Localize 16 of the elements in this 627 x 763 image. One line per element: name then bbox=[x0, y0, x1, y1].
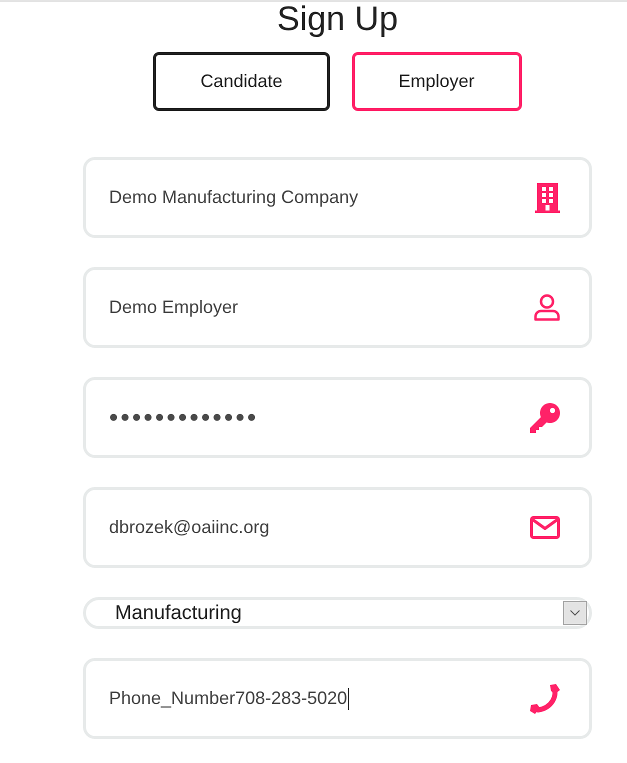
phone-icon bbox=[530, 684, 560, 714]
account-type-button[interactable]: Candidate bbox=[153, 52, 330, 111]
input-field[interactable]: Demo Manufacturing Company bbox=[83, 157, 592, 238]
password-field[interactable]: ••••••••••••• bbox=[83, 377, 592, 458]
user-icon bbox=[534, 294, 560, 321]
envelope-icon bbox=[530, 516, 560, 539]
dropdown-button[interactable] bbox=[563, 601, 587, 625]
account-type-button[interactable]: Employer bbox=[352, 52, 522, 111]
page-title: Sign Up bbox=[277, 2, 398, 36]
dropdown-field[interactable]: Manufacturing bbox=[83, 597, 592, 629]
key-icon bbox=[530, 402, 560, 432]
building-icon bbox=[535, 182, 560, 212]
input-field[interactable]: dbrozek@oaiinc.org bbox=[83, 487, 592, 568]
input-field[interactable]: Demo Employer bbox=[83, 267, 592, 348]
input-field[interactable]: Phone_Number708-283-5020 bbox=[83, 658, 592, 739]
chevron-down-icon bbox=[570, 610, 580, 616]
